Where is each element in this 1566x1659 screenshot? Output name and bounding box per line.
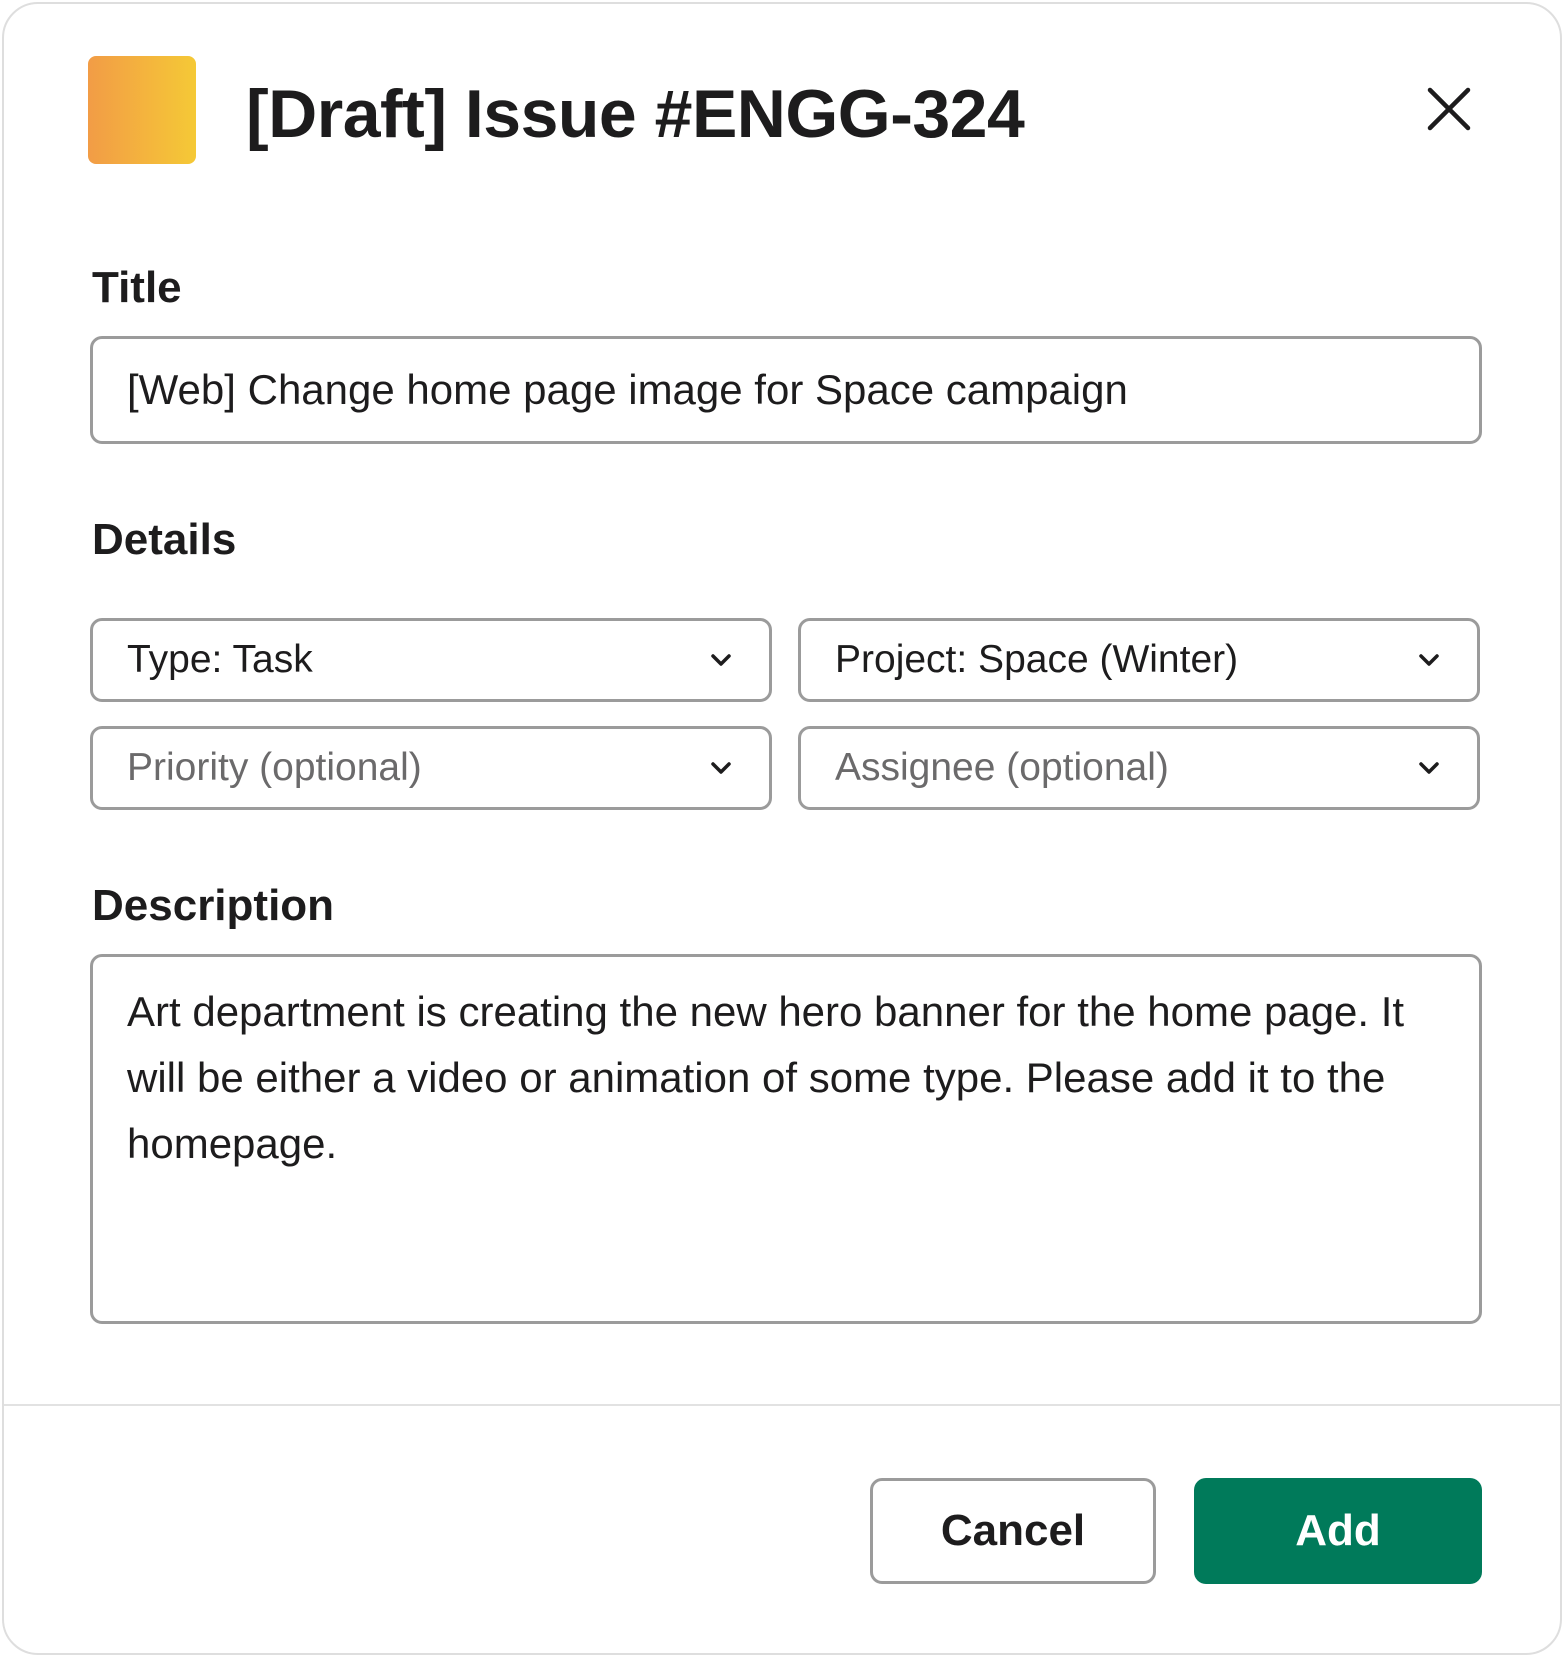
type-select-value: Type: Task <box>127 638 313 681</box>
close-icon <box>1427 87 1471 131</box>
chevron-down-icon <box>1419 762 1439 774</box>
app-icon <box>88 56 196 164</box>
modal-title: [Draft] Issue #ENGG-324 <box>246 76 1025 152</box>
chevron-down-icon <box>1419 654 1439 666</box>
details-label: Details <box>92 515 237 564</box>
chevron-down-icon <box>711 762 731 774</box>
title-input-value: [Web] Change home page image for Space c… <box>127 366 1128 413</box>
assignee-select[interactable]: Assignee (optional) <box>798 726 1480 810</box>
issue-modal: [Draft] Issue #ENGG-324 Title [Web] Chan… <box>2 2 1562 1655</box>
footer-divider <box>4 1404 1560 1406</box>
priority-select[interactable]: Priority (optional) <box>90 726 772 810</box>
description-label: Description <box>92 881 335 930</box>
add-button[interactable]: Add <box>1194 1478 1482 1584</box>
title-label: Title <box>92 263 182 312</box>
close-button[interactable] <box>1422 82 1478 138</box>
assignee-select-placeholder: Assignee (optional) <box>835 746 1169 789</box>
title-input[interactable]: [Web] Change home page image for Space c… <box>90 336 1482 444</box>
priority-select-placeholder: Priority (optional) <box>127 746 422 789</box>
description-value: Art department is creating the new hero … <box>127 988 1405 1167</box>
project-select-value: Project: Space (Winter) <box>835 638 1239 681</box>
chevron-down-icon <box>711 654 731 666</box>
modal-header: [Draft] Issue #ENGG-324 <box>4 4 1560 204</box>
cancel-button[interactable]: Cancel <box>870 1478 1156 1584</box>
type-select[interactable]: Type: Task <box>90 618 772 702</box>
project-select[interactable]: Project: Space (Winter) <box>798 618 1480 702</box>
description-textarea[interactable]: Art department is creating the new hero … <box>90 954 1482 1324</box>
